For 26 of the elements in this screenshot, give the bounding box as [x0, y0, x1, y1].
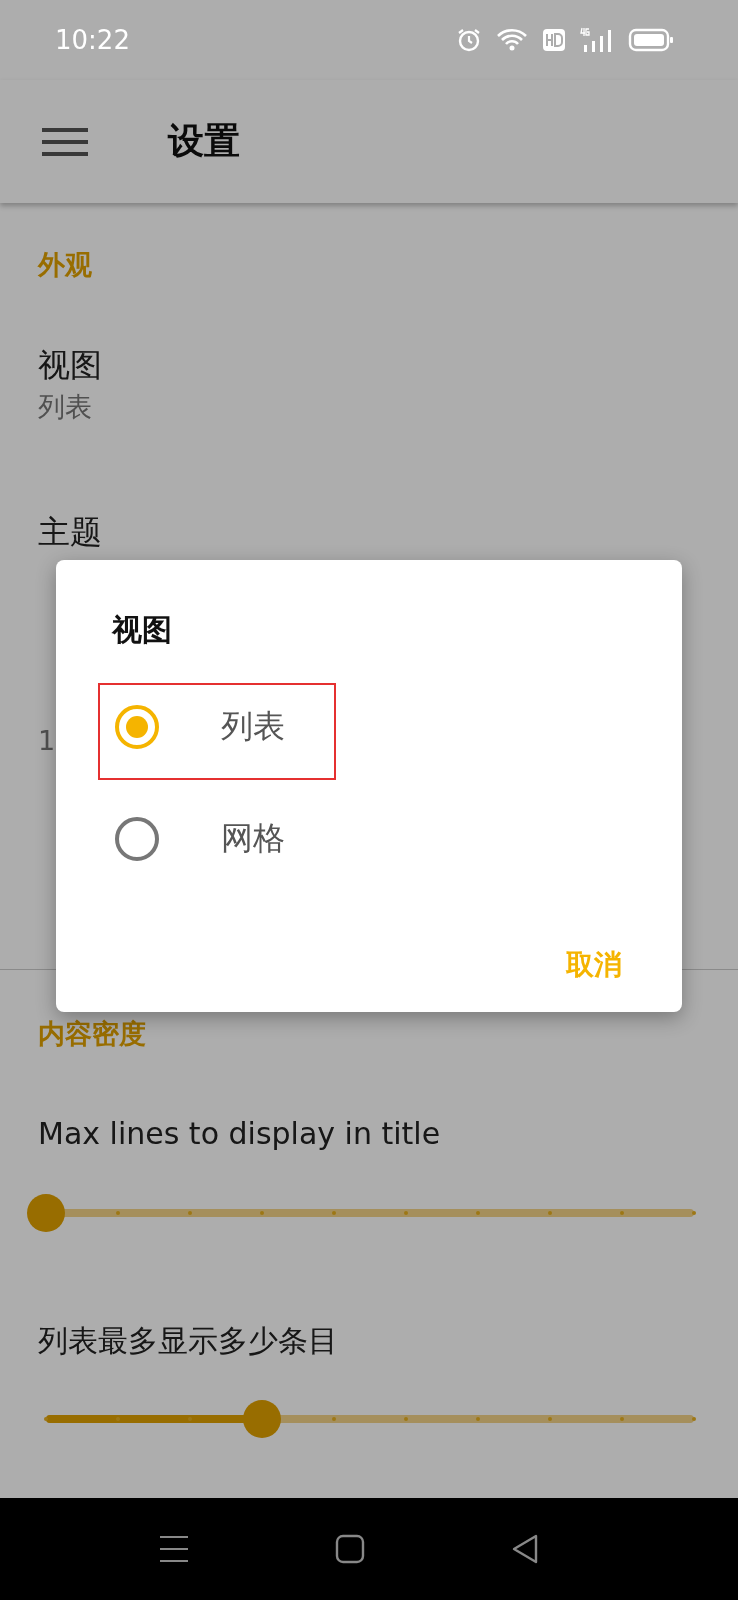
setting-value: 列表 [38, 391, 92, 422]
radio-button[interactable] [115, 705, 159, 749]
setting-title[interactable]: 主题 [38, 513, 102, 551]
recent-apps-icon[interactable] [159, 1534, 189, 1564]
option-label[interactable]: 列表 [221, 705, 285, 749]
slider-label: Max lines to display in title [38, 1116, 441, 1151]
battery-icon [628, 27, 674, 53]
section-header: 外观 [36, 248, 93, 282]
home-icon[interactable] [335, 1534, 365, 1564]
back-icon[interactable] [511, 1534, 539, 1564]
radio-button[interactable] [115, 817, 159, 861]
menu-icon[interactable] [42, 125, 88, 158]
hd-icon [542, 28, 566, 52]
page-title: 设置 [168, 119, 240, 163]
dialog-title: 视图 [112, 611, 173, 649]
signal-icon [580, 27, 614, 53]
setting-value: 1 [38, 725, 56, 756]
slider-thumb[interactable] [27, 1194, 65, 1232]
wifi-icon [496, 27, 528, 53]
option-label[interactable]: 网格 [221, 817, 285, 861]
alarm-icon [456, 27, 482, 53]
setting-title[interactable]: 视图 [38, 346, 102, 384]
section-header: 内容密度 [37, 1017, 147, 1051]
slider-label: 列表最多显示多少条目 [38, 1323, 338, 1358]
slider-thumb[interactable] [242, 1400, 281, 1438]
status-time: 10:22 [55, 25, 130, 55]
